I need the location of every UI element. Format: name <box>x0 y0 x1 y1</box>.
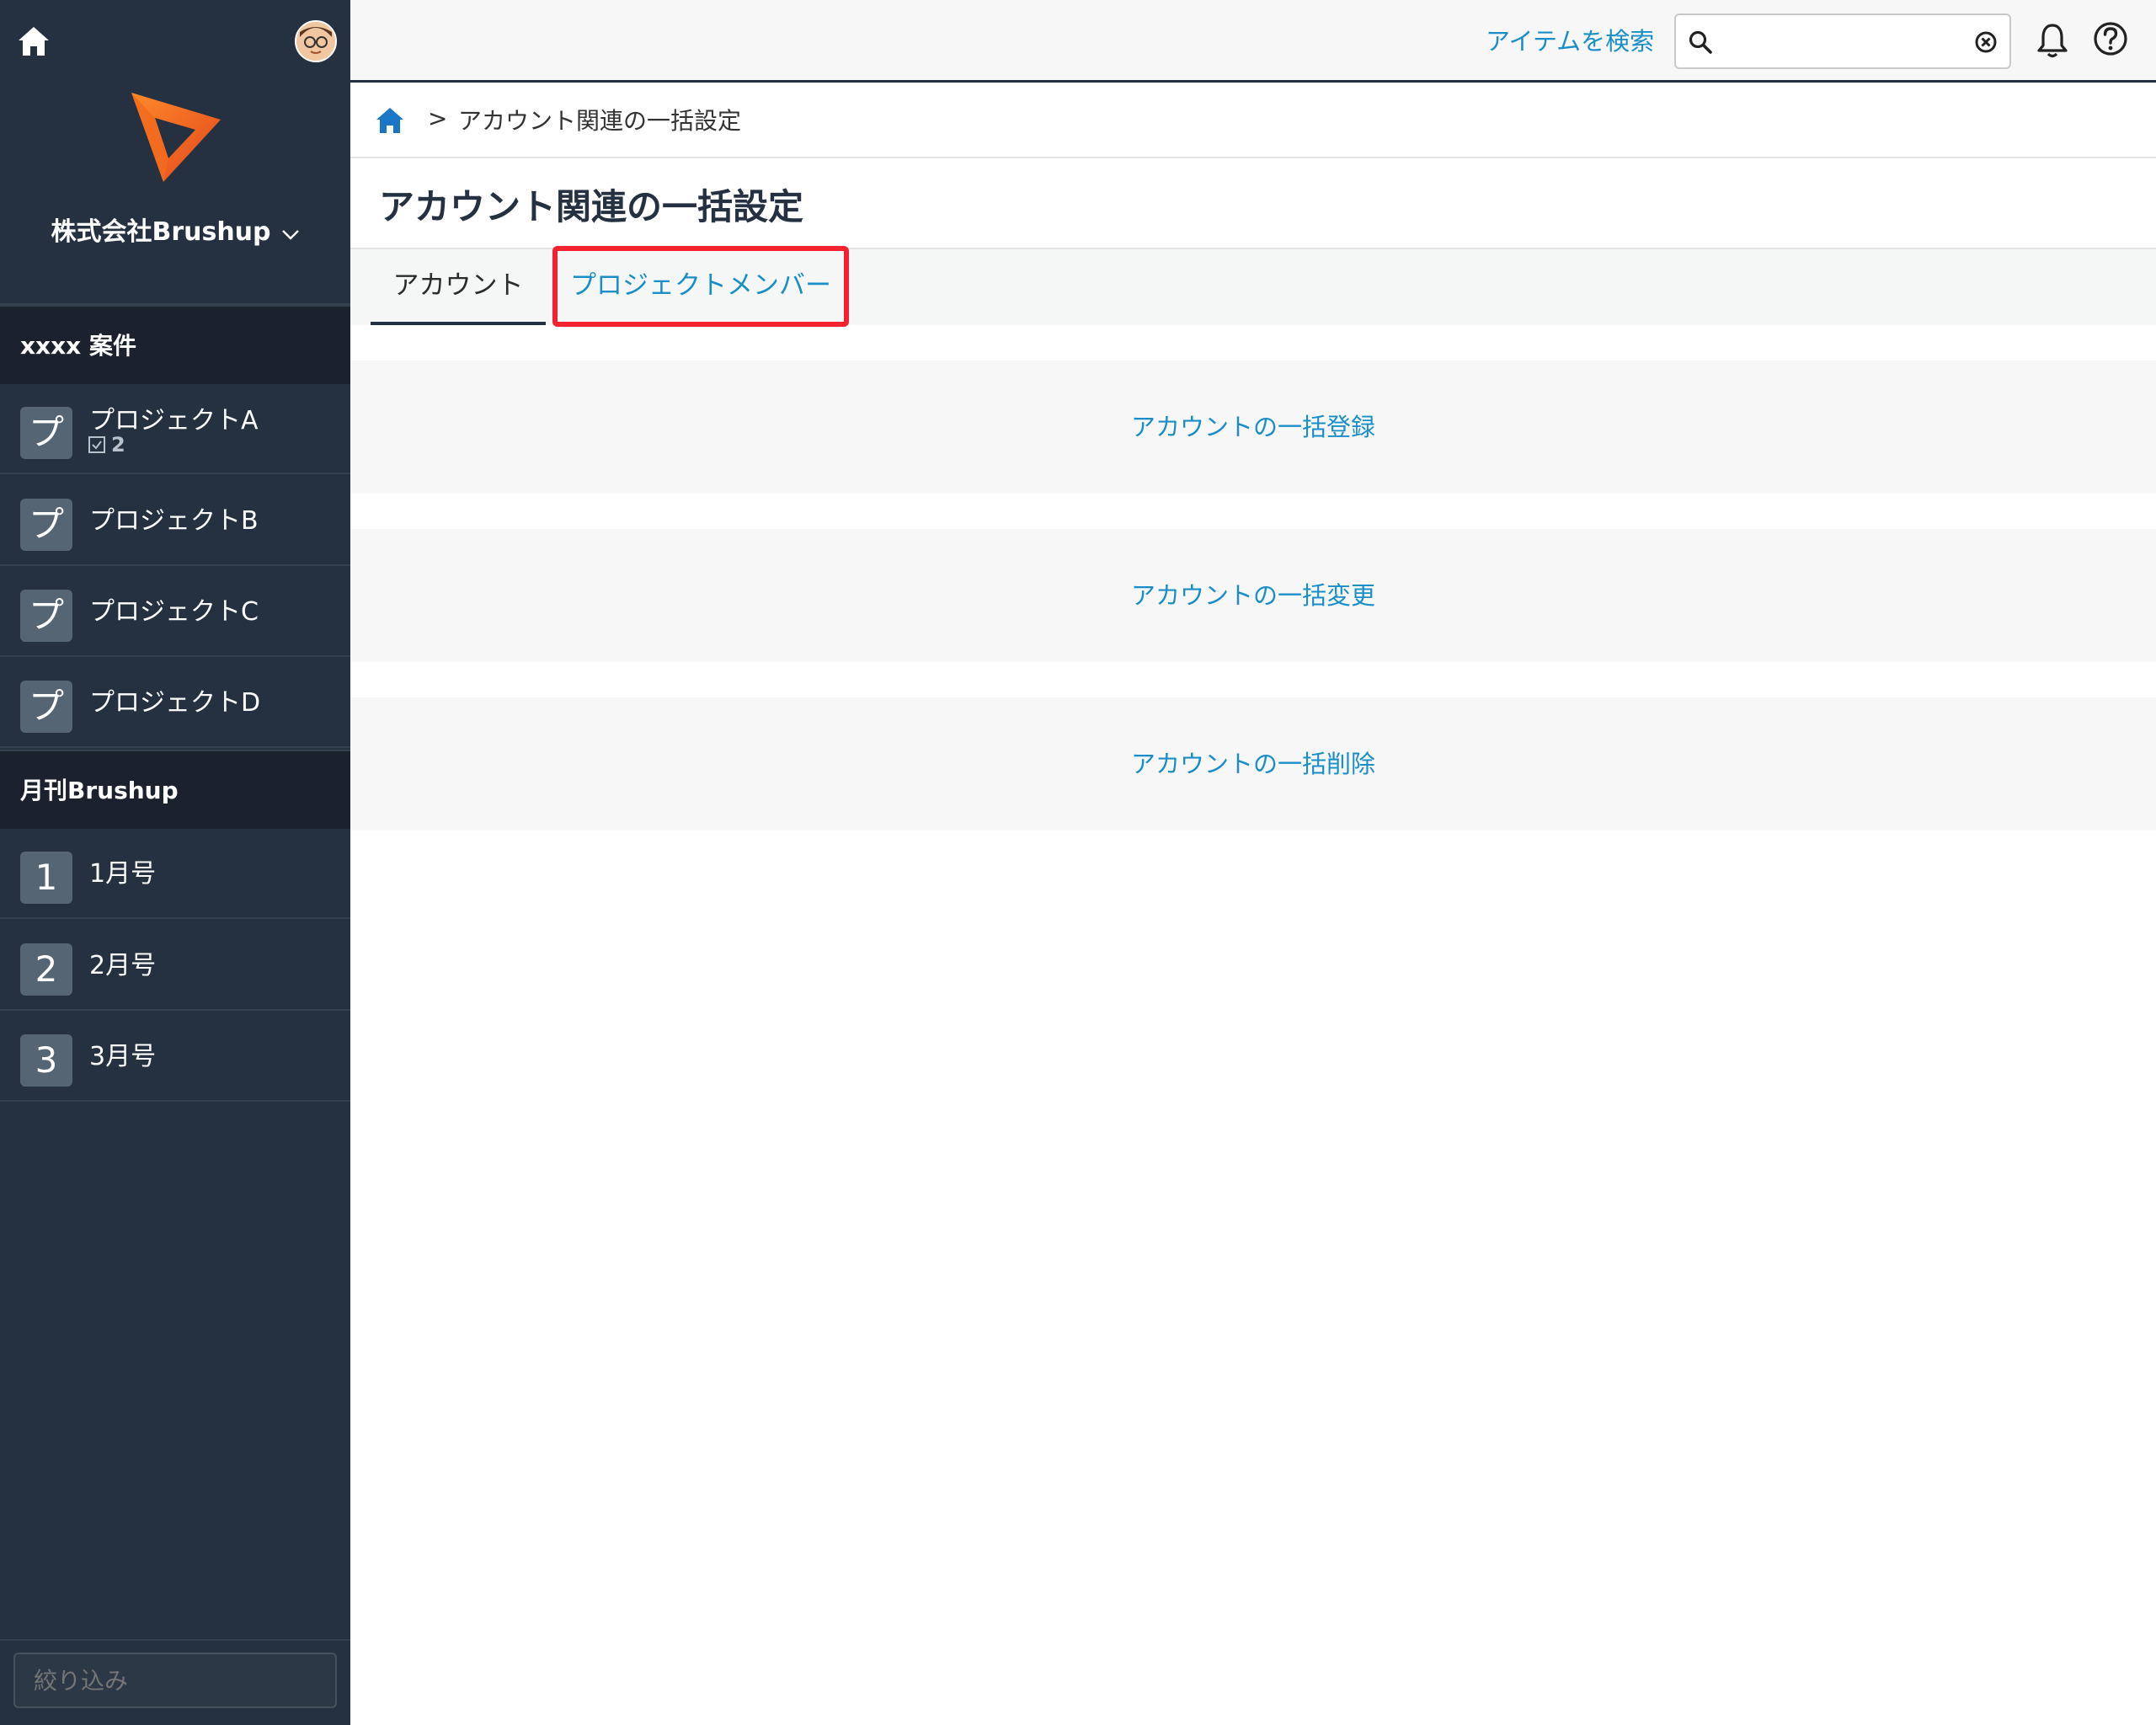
group-header: 月刊Brushup <box>0 750 350 829</box>
sidebar-item-label: 2月号 <box>89 951 157 980</box>
tabs: アカウント プロジェクトメンバー <box>350 246 2156 327</box>
bulk-register-link[interactable]: アカウントの一括登録 <box>1131 413 1375 441</box>
brushup-logo <box>126 86 227 187</box>
breadcrumb: > アカウント関連の一括設定 <box>350 83 2156 158</box>
bulk-change-link[interactable]: アカウントの一括変更 <box>1131 581 1375 610</box>
breadcrumb-current: アカウント関連の一括設定 <box>458 107 742 135</box>
home-icon[interactable] <box>15 22 52 59</box>
clear-icon[interactable] <box>1974 30 1998 57</box>
project-badge: プ <box>20 681 72 733</box>
sidebar-item-project-a[interactable]: プ プロジェクトA 2 <box>0 384 350 474</box>
sidebar-item-project-c[interactable]: プ プロジェクトC <box>0 567 350 657</box>
sidebar-divider <box>0 1639 350 1641</box>
group-header: xxxx 案件 <box>0 305 350 384</box>
sidebar-item-issue-1[interactable]: 1 1月号 <box>0 829 350 919</box>
project-badge: 3 <box>20 1034 72 1087</box>
sidebar-item-label: 3月号 <box>89 1042 157 1071</box>
action-row-delete: アカウントの一括削除 <box>350 697 2156 830</box>
project-badge: 2 <box>20 943 72 996</box>
project-badge: プ <box>20 590 72 642</box>
project-badge: プ <box>20 407 72 459</box>
checkbox-icon <box>88 436 105 453</box>
filter-input[interactable] <box>13 1653 337 1708</box>
org-name: 株式会社Brushup <box>51 217 271 247</box>
top-bar: アイテムを検索 <box>350 0 2156 83</box>
action-row-register: アカウントの一括登録 <box>350 360 2156 494</box>
action-row-change: アカウントの一括変更 <box>350 529 2156 662</box>
page-title: アカウント関連の一括設定 <box>379 186 804 227</box>
sidebar-item-label: プロジェクトB <box>89 506 259 536</box>
main-content: > アカウント関連の一括設定 アカウント関連の一括設定 アカウント プロジェクト… <box>350 83 2156 1725</box>
sidebar-item-issue-2[interactable]: 2 2月号 <box>0 921 350 1011</box>
bulk-delete-link[interactable]: アカウントの一括削除 <box>1131 750 1375 778</box>
project-badge: プ <box>20 499 72 551</box>
help-icon[interactable] <box>2092 20 2129 61</box>
item-search-link[interactable]: アイテムを検索 <box>1486 22 1654 57</box>
sidebar: 株式会社Brushup xxxx 案件 プ プロジェクトA 2 プ プロジェクト… <box>0 0 350 1725</box>
sidebar-item-label: プロジェクトA <box>89 406 259 435</box>
sidebar-item-issue-3[interactable]: 3 3月号 <box>0 1012 350 1102</box>
search-box[interactable] <box>1674 13 2011 69</box>
bell-icon[interactable] <box>2036 22 2068 62</box>
search-input[interactable] <box>1723 22 1962 62</box>
breadcrumb-home-icon[interactable] <box>374 104 406 140</box>
org-switcher[interactable]: 株式会社Brushup <box>0 211 350 248</box>
sidebar-item-label: 1月号 <box>89 859 157 889</box>
chevron-down-icon <box>281 218 300 248</box>
search-icon <box>1688 29 1713 58</box>
sidebar-item-label: プロジェクトD <box>89 688 261 718</box>
tab-account[interactable]: アカウント <box>371 249 546 325</box>
task-count-value: 2 <box>111 433 125 457</box>
sidebar-item-label: プロジェクトC <box>89 597 259 627</box>
user-avatar[interactable] <box>295 20 337 62</box>
sidebar-item-project-b[interactable]: プ プロジェクトB <box>0 476 350 566</box>
project-badge: 1 <box>20 852 72 904</box>
breadcrumb-separator: > <box>428 104 448 132</box>
task-count: 2 <box>88 433 125 457</box>
sidebar-item-project-d[interactable]: プ プロジェクトD <box>0 658 350 748</box>
tab-project-members[interactable]: プロジェクトメンバー <box>552 249 849 325</box>
